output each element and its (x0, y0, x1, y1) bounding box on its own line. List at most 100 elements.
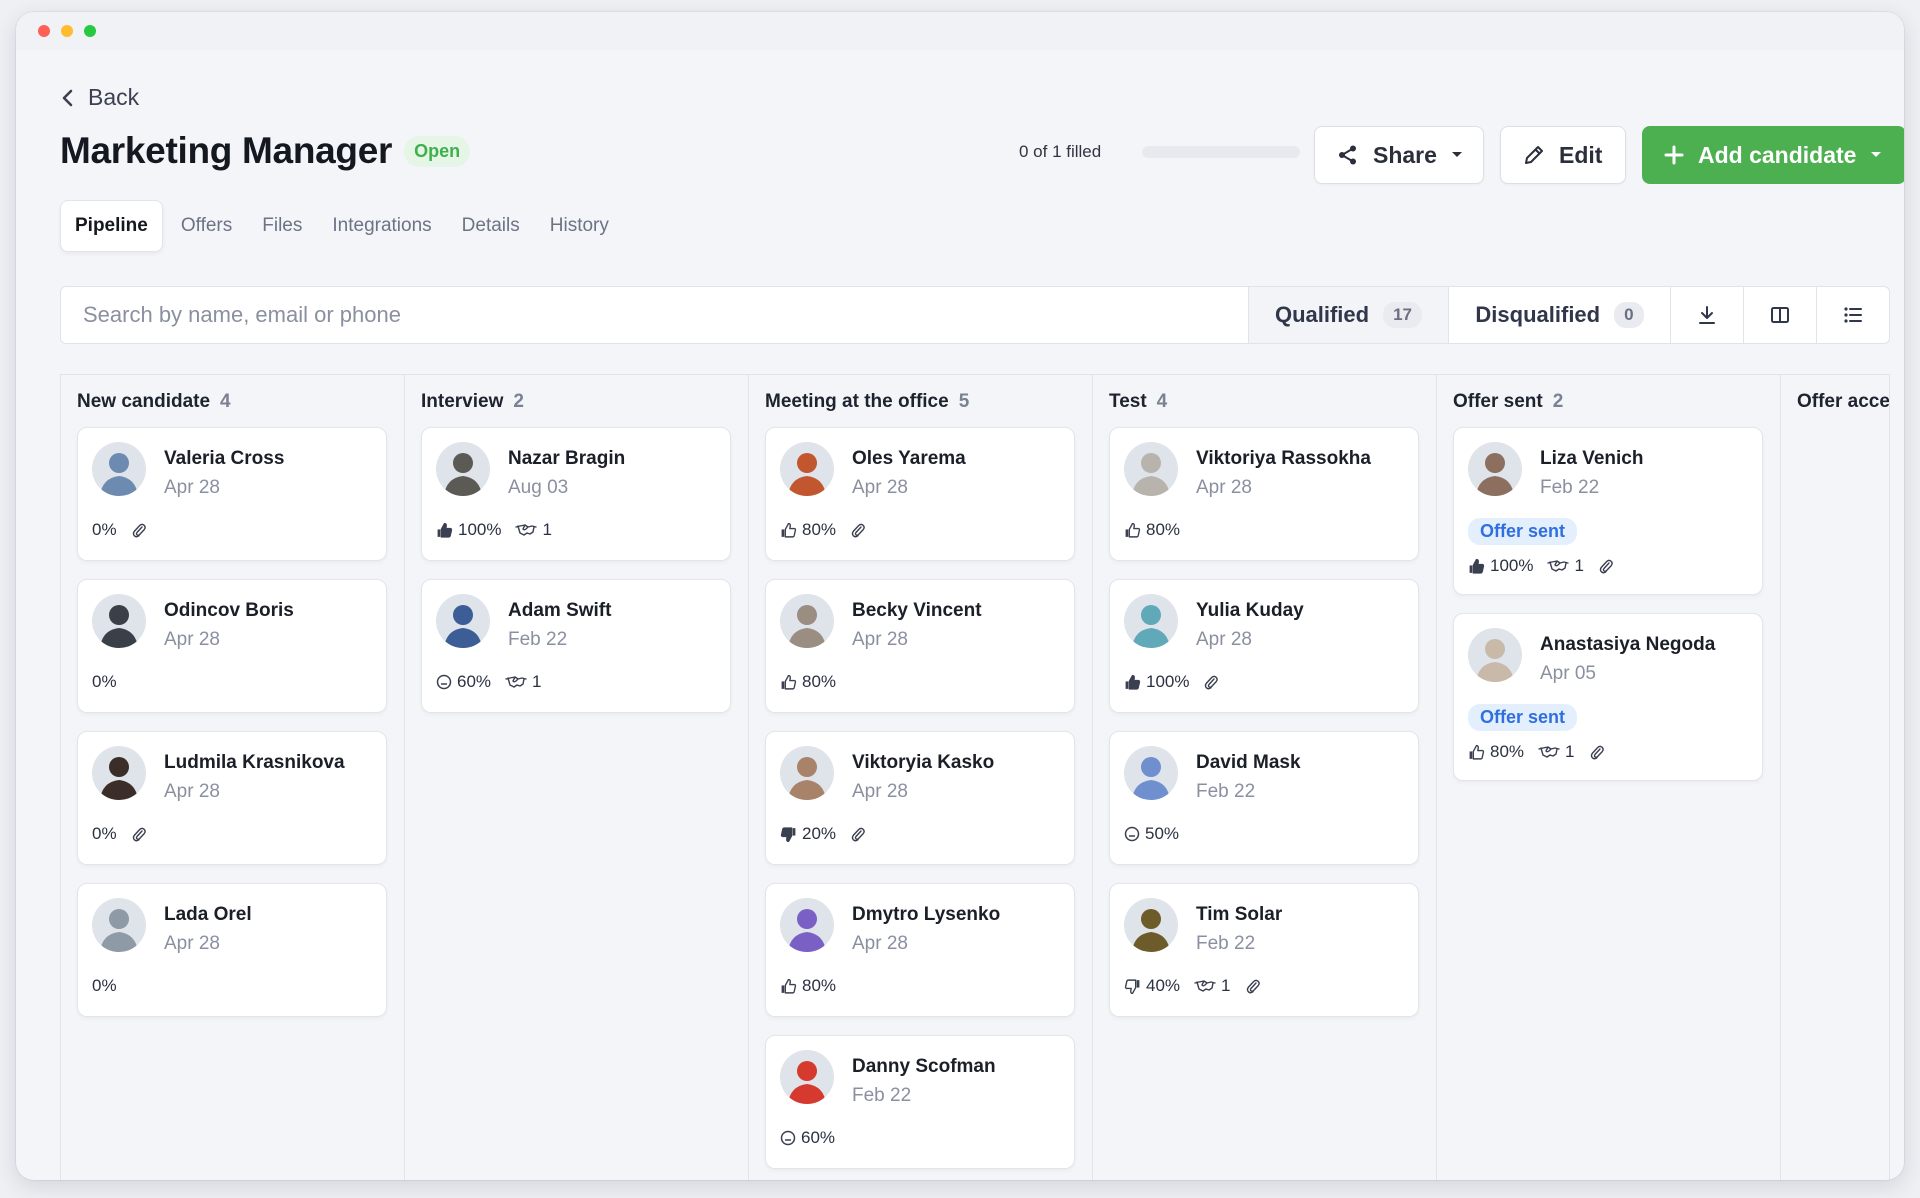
columns-view-button[interactable] (1743, 287, 1816, 343)
tab-details[interactable]: Details (450, 200, 532, 252)
page-title: Marketing Manager (60, 130, 393, 171)
candidate-card[interactable]: Anastasiya Negoda Apr 05 Offer sent 80% 1 (1453, 613, 1763, 781)
edit-label: Edit (1559, 141, 1603, 168)
pipeline-column: Offer sent 2 Liza Venich Feb 22 Offer sent 10… (1437, 375, 1781, 1180)
avatar-icon (780, 898, 834, 952)
avatar (1468, 442, 1522, 496)
pipeline-column: Test 4 Viktoriya Rassokha Apr 28 80% Yulia Ku… (1093, 375, 1437, 1180)
candidate-card[interactable]: Oles Yarema Apr 28 80% (765, 427, 1075, 561)
interview-handshake-icon (1538, 746, 1560, 758)
candidate-card[interactable]: Viktoriya Rassokha Apr 28 80% (1109, 427, 1419, 561)
tab-files[interactable]: Files (250, 200, 314, 252)
column-count: 2 (513, 391, 524, 412)
share-label: Share (1373, 141, 1437, 168)
candidate-date: Apr 28 (164, 781, 220, 802)
offer-sent-badge: Offer sent (1468, 518, 1578, 545)
maximize-window-dot[interactable] (84, 25, 96, 37)
candidate-card[interactable]: Tim Solar Feb 22 40% 1 (1109, 883, 1419, 1017)
avatar (1468, 628, 1522, 682)
thumbs-up-icon (781, 978, 797, 994)
interviews: 1 (515, 520, 552, 540)
tab-history[interactable]: History (538, 200, 621, 252)
column-count: 5 (958, 391, 970, 412)
qualified-filter[interactable]: Qualified 17 (1248, 287, 1448, 343)
paperclip-icon (132, 523, 146, 537)
app-window: Back Marketing Manager Open 0 of 1 fille… (16, 12, 1904, 1180)
candidate-card[interactable]: Yulia Kuday Apr 28 100% (1109, 579, 1419, 713)
neutral-face-icon (436, 674, 452, 690)
attachment[interactable] (850, 826, 866, 843)
candidate-date: Apr 28 (852, 477, 908, 498)
qualified-label: Qualified (1274, 302, 1370, 327)
candidate-card[interactable]: Becky Vincent Apr 28 80% (765, 579, 1075, 713)
candidate-card[interactable]: Dmytro Lysenko Apr 28 80% (765, 883, 1075, 1017)
tab-integrations[interactable]: Integrations (320, 200, 443, 252)
candidate-date: Apr 28 (1196, 629, 1252, 650)
avatar-icon (92, 442, 146, 496)
close-window-dot[interactable] (38, 25, 50, 37)
rating: 100% (1124, 672, 1189, 692)
candidate-card[interactable]: Nazar Bragin Aug 03 100% 1 (421, 427, 731, 561)
candidate-card[interactable]: David Mask Feb 22 50% (1109, 731, 1419, 865)
card-metrics: 60% 1 (436, 672, 542, 692)
interview-count: 1 (1565, 742, 1575, 761)
candidate-card[interactable]: Adam Swift Feb 22 60% 1 (421, 579, 731, 713)
rating: 50% (1124, 824, 1179, 844)
attachment[interactable] (131, 826, 147, 843)
column-title: Test (1109, 391, 1147, 412)
candidate-name: Nazar Bragin (508, 448, 626, 469)
download-icon (1699, 306, 1715, 324)
rating-value: 0% (92, 976, 117, 995)
avatar (780, 594, 834, 648)
rating-value: 0% (92, 824, 117, 843)
attachment[interactable] (1203, 674, 1219, 691)
avatar (1124, 442, 1178, 496)
avatar-icon (1468, 628, 1522, 682)
candidate-name: Dmytro Lysenko (852, 904, 1001, 925)
paperclip-icon (1246, 979, 1260, 993)
tab-pipeline[interactable]: Pipeline (60, 200, 163, 252)
interview-count: 1 (1574, 556, 1584, 575)
candidate-name: Becky Vincent (852, 600, 982, 621)
search-input[interactable] (61, 287, 1248, 343)
candidate-card[interactable]: Ludmila Krasnikova Apr 28 0% (77, 731, 387, 865)
candidate-card[interactable]: Lada Orel Apr 28 0% (77, 883, 387, 1017)
disqualified-filter[interactable]: Disqualified 0 (1448, 287, 1670, 343)
list-view-button[interactable] (1816, 287, 1889, 343)
attachment[interactable] (131, 522, 147, 539)
rating-value: 80% (1146, 520, 1181, 539)
candidate-card[interactable]: Liza Venich Feb 22 Offer sent 100% 1 (1453, 427, 1763, 595)
share-button[interactable]: Share (1314, 126, 1484, 184)
candidate-card[interactable]: Viktoryia Kasko Apr 28 20% (765, 731, 1075, 865)
edit-button[interactable]: Edit (1500, 126, 1626, 184)
attachment[interactable] (1245, 978, 1261, 995)
minimize-window-dot[interactable] (61, 25, 73, 37)
card-metrics: 0% (92, 824, 147, 844)
paperclip-icon (1205, 675, 1219, 689)
tab-offers[interactable]: Offers (169, 200, 244, 252)
rating-value: 0% (92, 672, 117, 691)
candidate-name: Anastasiya Negoda (1540, 634, 1716, 655)
candidate-date: Apr 28 (164, 933, 220, 954)
avatar (92, 898, 146, 952)
candidate-card[interactable]: Valeria Cross Apr 28 0% (77, 427, 387, 561)
rating-value: 40% (1146, 976, 1181, 995)
avatar (436, 442, 490, 496)
add-candidate-button[interactable]: Add candidate (1642, 126, 1904, 184)
candidate-name: Ludmila Krasnikova (164, 752, 345, 773)
back-link[interactable]: Back (60, 84, 139, 111)
download-button[interactable] (1670, 287, 1743, 343)
candidate-card[interactable]: Danny Scofman Feb 22 60% (765, 1035, 1075, 1169)
candidate-date: Feb 22 (1196, 781, 1256, 802)
attachment[interactable] (1598, 558, 1614, 575)
attachment[interactable] (850, 522, 866, 539)
card-metrics: 80% (780, 976, 836, 996)
avatar-icon (1124, 746, 1178, 800)
avatar (1124, 594, 1178, 648)
attachment[interactable] (1589, 744, 1605, 761)
column-title: Interview (421, 391, 504, 412)
interview-handshake-icon (1547, 560, 1570, 572)
candidate-card[interactable]: Odincov Boris Apr 28 0% (77, 579, 387, 713)
avatar-icon (92, 594, 146, 648)
avatar (780, 1050, 834, 1104)
